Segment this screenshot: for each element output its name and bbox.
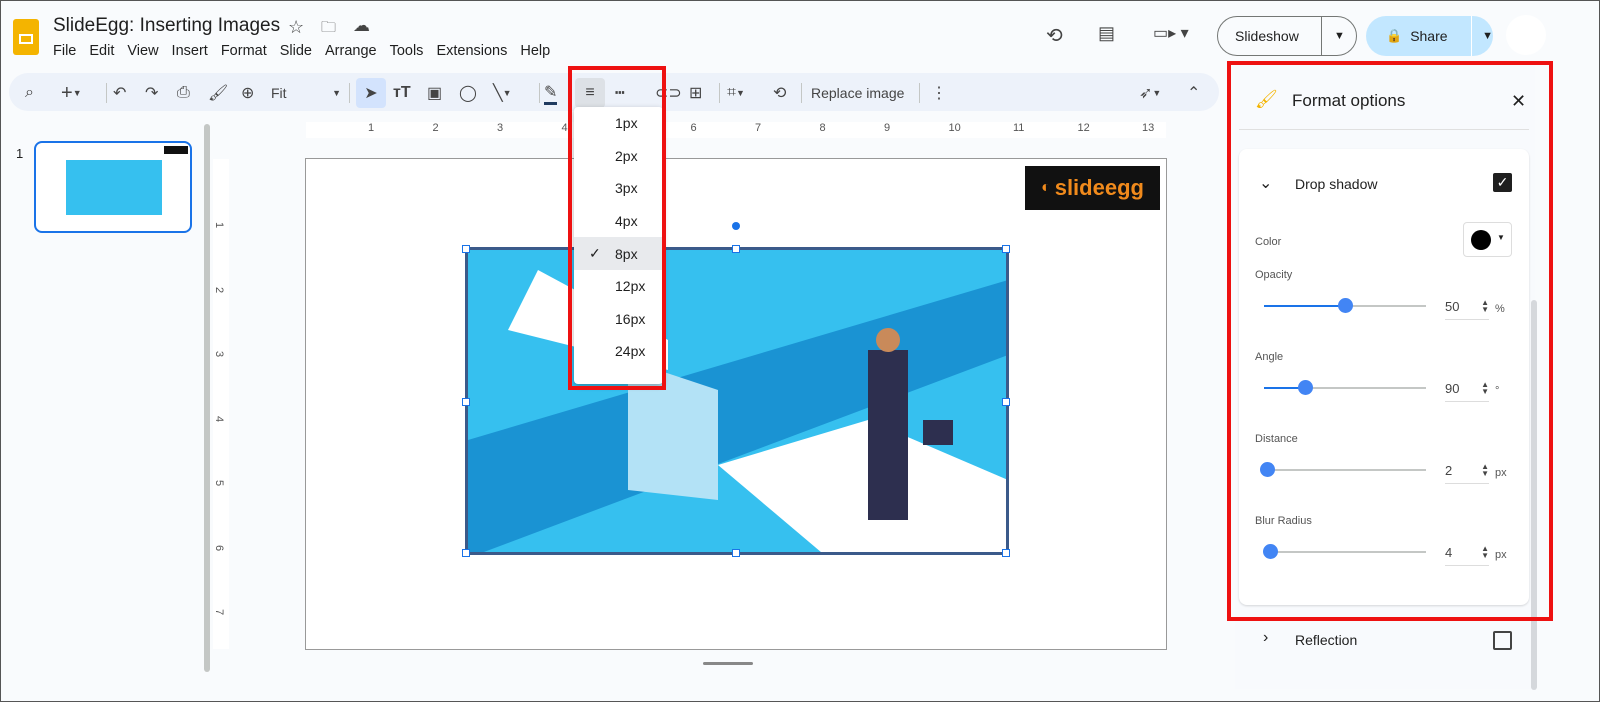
move-folder-icon[interactable]: 🗀	[321, 17, 336, 42]
ruler-tick-label: 7	[755, 122, 762, 134]
resize-handle-nw[interactable]	[462, 245, 470, 253]
collapse-toolbar-icon[interactable]: ⌃	[1187, 81, 1200, 105]
ruler-tick-label: 7	[213, 608, 226, 616]
document-title[interactable]: SlideEgg: Inserting Images	[53, 15, 280, 37]
ruler-tick-label: 6	[690, 122, 697, 134]
paint-format-icon[interactable]: 🖌	[208, 81, 228, 105]
shape-icon[interactable]: ◯	[459, 81, 477, 105]
line-icon[interactable]: ╲ ▼	[493, 81, 512, 105]
search-menus-icon[interactable]: ⌕	[25, 81, 34, 105]
reflection-label[interactable]: Reflection	[1295, 632, 1357, 648]
star-icon[interactable]: ☆	[288, 17, 304, 38]
ruler-tick-label: 3	[497, 122, 504, 134]
print-icon[interactable]: ⎙	[177, 81, 190, 105]
resize-handle-s[interactable]	[732, 549, 740, 557]
lock-icon: 🔒	[1386, 28, 1403, 43]
chevron-down-icon: ▼	[332, 88, 341, 98]
border-color-icon[interactable]: ✎	[544, 81, 558, 105]
logo-text: slideegg	[1054, 175, 1144, 200]
menu-format[interactable]: Format	[221, 43, 267, 59]
menu-bar: File Edit View Insert Format Slide Arrange Tool…	[53, 43, 563, 59]
selected-image[interactable]	[465, 247, 1009, 555]
ruler-tick-label: 1	[368, 122, 375, 134]
ruler-tick-label: 2	[213, 286, 226, 293]
ruler-tick-label: 6	[213, 544, 226, 551]
resize-handle-ne[interactable]	[1002, 245, 1010, 253]
slideshow-label: Slideshow	[1218, 17, 1322, 55]
crop-icon[interactable]: ⌗ ▼	[727, 81, 745, 105]
redo-icon[interactable]: ↷	[145, 81, 158, 105]
ruler-tick-label: 3	[213, 350, 226, 358]
chevron-down-icon[interactable]: ▼	[1322, 30, 1345, 42]
ruler-tick-label: 13	[1142, 122, 1155, 134]
ruler-tick-label: 4	[561, 122, 568, 134]
ruler-tick-label: 12	[1077, 122, 1090, 134]
resize-handle-w[interactable]	[462, 398, 470, 406]
ruler-tick-label: 9	[884, 122, 891, 134]
reflection-checkbox[interactable]	[1493, 631, 1512, 650]
slide-number: 1	[16, 146, 24, 161]
zoom-icon[interactable]: ⊕	[241, 81, 254, 105]
add-comment-icon[interactable]: ⊞	[689, 81, 702, 105]
speaker-notes-handle[interactable]	[703, 662, 753, 665]
history-icon[interactable]: ⟲	[1046, 23, 1063, 48]
avatar[interactable]	[1506, 15, 1546, 55]
vertical-ruler[interactable]: 1 2 3 4 5 6 7	[213, 159, 229, 649]
menu-slide[interactable]: Slide	[280, 43, 312, 59]
zoom-select[interactable]: Fit ▼	[271, 81, 341, 105]
horizontal-ruler[interactable]: 12345678910111213	[306, 122, 1166, 138]
menu-edit[interactable]: Edit	[89, 43, 114, 59]
ruler-tick-label: 2	[432, 122, 439, 134]
cloud-saved-icon[interactable]: ☁	[353, 16, 370, 36]
slide-thumbnail[interactable]	[34, 141, 192, 233]
ruler-tick-label: 10	[948, 122, 961, 134]
rotate-handle[interactable]	[732, 222, 740, 230]
highlight-box	[1227, 61, 1553, 621]
more-icon[interactable]: ⋮	[931, 81, 947, 105]
menu-arrange[interactable]: Arrange	[325, 43, 377, 59]
menu-view[interactable]: View	[127, 43, 158, 59]
highlight-box	[568, 66, 666, 390]
ruler-tick-label: 8	[819, 122, 826, 134]
resize-handle-se[interactable]	[1002, 549, 1010, 557]
ruler-tick-label: 1	[213, 221, 226, 229]
share-label: Share	[1402, 16, 1473, 56]
chevron-right-icon[interactable]: ›	[1263, 629, 1268, 647]
zoom-value: Fit	[271, 85, 287, 101]
meet-icon[interactable]: ▭▸ ▾	[1153, 23, 1189, 43]
slides-logo[interactable]	[13, 19, 39, 55]
menu-extensions[interactable]: Extensions	[436, 43, 507, 59]
menu-insert[interactable]: Insert	[172, 43, 208, 59]
slideshow-button[interactable]: Slideshow ▼	[1217, 16, 1357, 56]
businessman-illustration	[468, 270, 1006, 552]
text-box-icon[interactable]: тT	[393, 81, 411, 105]
ruler-tick-label: 5	[213, 479, 226, 487]
pen-mode-icon[interactable]: ➶ ▼	[1139, 81, 1161, 105]
menu-file[interactable]: File	[53, 43, 76, 59]
menu-tools[interactable]: Tools	[390, 43, 424, 59]
replace-image-button[interactable]: Replace image	[811, 81, 904, 105]
comments-icon[interactable]: ▤	[1098, 23, 1115, 44]
undo-icon[interactable]: ↶	[113, 81, 126, 105]
slideegg-logo: ◐ slideegg	[1025, 166, 1160, 210]
ruler-tick-label: 11	[1013, 122, 1025, 134]
resize-handle-e[interactable]	[1002, 398, 1010, 406]
select-tool-icon[interactable]: ➤	[356, 78, 386, 108]
menu-help[interactable]: Help	[520, 43, 550, 59]
image-icon[interactable]: ▣	[427, 81, 442, 105]
filmstrip-scrollbar[interactable]	[204, 124, 210, 672]
ruler-tick-label: 4	[213, 415, 226, 422]
resize-handle-sw[interactable]	[462, 549, 470, 557]
chevron-down-icon[interactable]: ▼	[1472, 30, 1493, 42]
new-slide-icon[interactable]: + ▼	[61, 81, 82, 105]
reset-image-icon[interactable]: ⟲	[773, 81, 786, 105]
resize-handle-n[interactable]	[732, 245, 740, 253]
share-button[interactable]: 🔒 Share ▼	[1366, 16, 1493, 56]
